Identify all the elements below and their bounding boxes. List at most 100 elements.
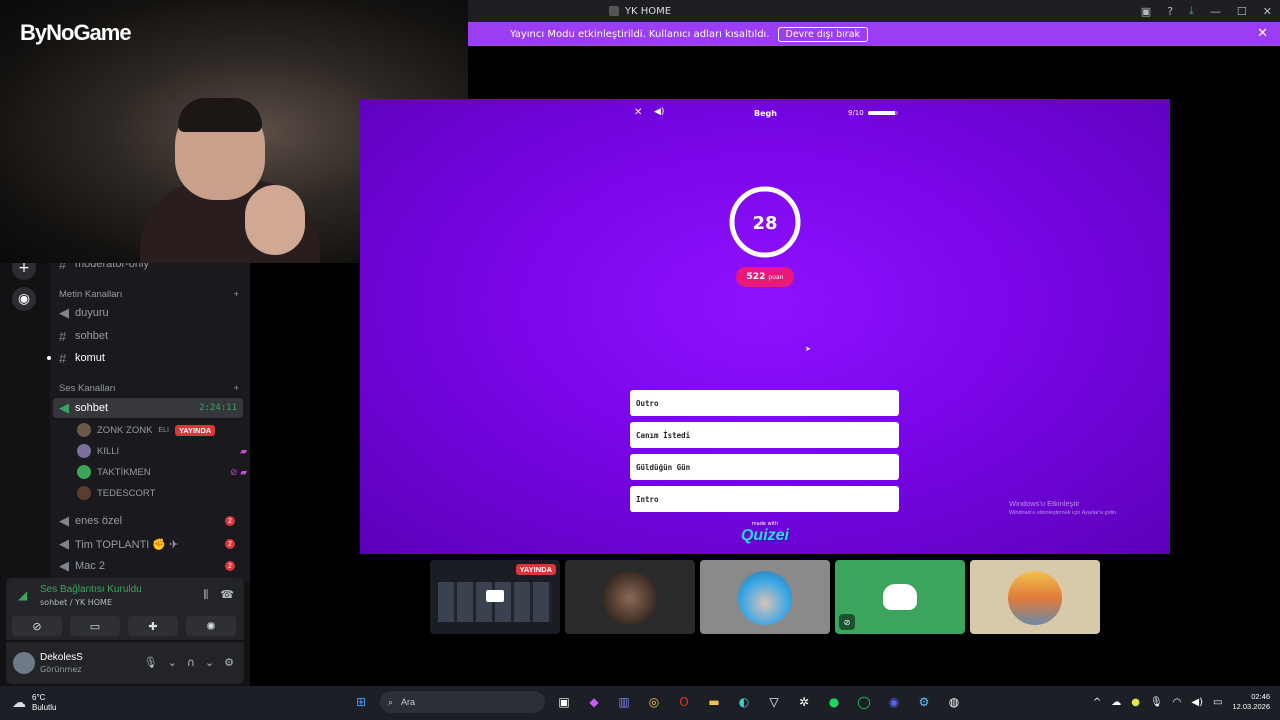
close-window-button[interactable]: ✕	[1263, 5, 1272, 18]
close-icon[interactable]: ✕	[634, 107, 642, 118]
channel-duyuru[interactable]: ◀ duyuru	[53, 303, 243, 323]
answer-option[interactable]: Güldüğün Gün	[630, 454, 899, 480]
close-icon[interactable]: ✕	[1257, 26, 1268, 41]
answer-option[interactable]: Outro	[630, 390, 899, 416]
username[interactable]: DekolesS	[40, 652, 83, 663]
obs-icon[interactable]: ◍	[943, 691, 965, 713]
window-title: YK HOME	[608, 6, 671, 17]
hash-icon: #	[59, 350, 67, 366]
voice-channel-mac2[interactable]: ◀ Mac 22	[53, 556, 243, 576]
user-count-badge: 2	[225, 539, 235, 549]
add-channel-icon[interactable]: +	[233, 289, 239, 300]
chevron-up-icon[interactable]: ^	[1093, 697, 1101, 708]
sound-icon[interactable]: ◀)	[654, 107, 664, 117]
spotify-icon[interactable]: ●	[823, 691, 845, 713]
whatsapp-icon[interactable]: ◯	[853, 691, 875, 713]
progress-fill	[867, 111, 895, 115]
download-icon[interactable]: ⤓	[1189, 4, 1194, 18]
weather-widget[interactable]: ☁ 6°C Bulutlu	[12, 693, 56, 713]
clock[interactable]: 02:46 12.03.2026	[1232, 692, 1270, 712]
app-window: YK HOME ▣ ? ⤓ — ☐ ✕ Yayıncı Modu etkinle…	[0, 0, 1280, 720]
screen-share-button[interactable]: ▭	[70, 616, 120, 636]
voice-status[interactable]: Ses Bağlantısı Kuruldu	[40, 584, 142, 595]
voice-user[interactable]: TEDESCORT	[77, 484, 247, 502]
add-channel-icon[interactable]: +	[233, 383, 239, 394]
file-explorer-icon[interactable]: ▬	[703, 691, 725, 713]
quiz-progress: 9/10	[848, 109, 898, 117]
streamer-mode-banner: Yayıncı Modu etkinleştirildi. Kullanıcı …	[468, 22, 1280, 46]
channel-sohbet[interactable]: # sohbet	[53, 326, 243, 346]
stream-view[interactable]: ✕ ◀) Begh 9/10 28 522 puan Outro Canım İs…	[360, 99, 1170, 554]
search-box[interactable]: ⌕ Ara	[380, 691, 545, 713]
disconnect-icon[interactable]: ☎	[220, 588, 234, 602]
voice-category[interactable]: Ses Kanalları +	[59, 383, 239, 394]
microphone-icon[interactable]: 🎙	[1150, 697, 1163, 708]
voice-user[interactable]: ZONK ZONK ELI YAYINDA	[77, 421, 247, 439]
avatar	[1008, 571, 1062, 625]
voice-connection-panel: ◢ Ses Bağlantısı Kuruldu sohbet / YK HOM…	[6, 578, 244, 640]
teams-icon[interactable]: ▥	[613, 691, 635, 713]
streamer-hand	[245, 185, 305, 255]
participant-tile[interactable]	[565, 560, 695, 634]
voice-channel-path[interactable]: sohbet / YK HOME	[40, 598, 112, 607]
speaker-icon: ◀	[59, 400, 69, 415]
voice-user[interactable]: KILLI ▰	[77, 442, 247, 460]
chevron-down-icon[interactable]: ⌄	[205, 656, 214, 669]
app-tray-icon[interactable]: ●	[1131, 697, 1140, 708]
answer-option[interactable]: Intro	[630, 486, 899, 512]
headphones-icon[interactable]: ∩	[187, 656, 195, 669]
text-category[interactable]: Metin Kanalları +	[59, 289, 239, 300]
voice-channel-sohbet[interactable]: ◀ sohbet 2:24:11	[53, 398, 243, 418]
announcement-icon: ◀	[59, 305, 69, 320]
copilot-icon[interactable]: ◆	[583, 691, 605, 713]
wifi-icon[interactable]: ◠	[1173, 697, 1182, 708]
minimize-button[interactable]: —	[1210, 5, 1221, 18]
volume-icon[interactable]: ◀)	[1191, 697, 1203, 708]
countdown-timer: 28	[729, 186, 801, 258]
steam-icon[interactable]: ⚙	[913, 691, 935, 713]
inbox-icon[interactable]: ▣	[1141, 5, 1151, 18]
participant-tile[interactable]	[970, 560, 1100, 634]
disable-streamer-mode-button[interactable]: Devre dışı bırak	[777, 26, 869, 42]
screen-share-icon	[486, 590, 504, 602]
discover-icon[interactable]: ◉	[12, 287, 36, 311]
start-icon[interactable]: ⊞	[350, 691, 372, 713]
server-icon	[608, 6, 619, 16]
soundboard-button[interactable]: ✺	[186, 616, 236, 636]
muted-icon: ⊘ ▰	[230, 466, 247, 477]
microphone-icon[interactable]: 🎙	[144, 656, 158, 669]
gear-icon[interactable]: ⚙	[224, 656, 234, 669]
maximize-button[interactable]: ☐	[1237, 5, 1247, 18]
mouse-cursor-icon: ➤	[805, 345, 811, 353]
help-icon[interactable]: ?	[1167, 5, 1173, 18]
edge-icon[interactable]: ◐	[733, 691, 755, 713]
battery-icon[interactable]: ▭	[1213, 697, 1222, 708]
noise-suppression-icon[interactable]: ⫼	[203, 588, 208, 602]
speaker-icon: ◀	[59, 558, 69, 573]
voice-user[interactable]: TAKTİKMEN ⊘ ▰	[77, 463, 247, 481]
avatar[interactable]	[13, 652, 35, 674]
participant-tile[interactable]: ⊘	[835, 560, 965, 634]
speaker-icon: ◀	[59, 536, 69, 551]
settings-app-icon[interactable]: ✲	[793, 691, 815, 713]
chrome-icon[interactable]: ◎	[643, 691, 665, 713]
answer-option[interactable]: Canım İstedi	[630, 422, 899, 448]
channel-logo: ByNoGame	[20, 20, 132, 45]
discord-icon[interactable]: ◉	[883, 691, 905, 713]
system-tray: ^ ☁ ● 🎙 ◠ ◀) ▭ 02:46 12.03.2026	[1093, 692, 1270, 712]
channel-komut[interactable]: # komut	[53, 348, 243, 368]
discord-logo-icon	[883, 584, 917, 610]
onedrive-icon[interactable]: ☁	[1111, 697, 1121, 708]
task-view-icon[interactable]: ▣	[553, 691, 575, 713]
opera-icon[interactable]: O	[673, 691, 695, 713]
voice-channel-tim[interactable]: ◀ Tim TOPLANTI ✊ ✈ 2	[53, 534, 243, 554]
camera-off-button[interactable]: ⊘	[12, 616, 62, 636]
stream-preview	[438, 582, 552, 622]
participant-tile[interactable]	[700, 560, 830, 634]
voice-channel-enes[interactable]: ◀ enes özel 2	[53, 511, 243, 531]
quizei-logo: Quizei	[740, 527, 789, 544]
activities-button[interactable]: ✚	[128, 616, 178, 636]
participant-tile-stream[interactable]: YAYINDA	[430, 560, 560, 634]
vpn-icon[interactable]: ▽	[763, 691, 785, 713]
chevron-down-icon[interactable]: ⌄	[168, 656, 177, 669]
